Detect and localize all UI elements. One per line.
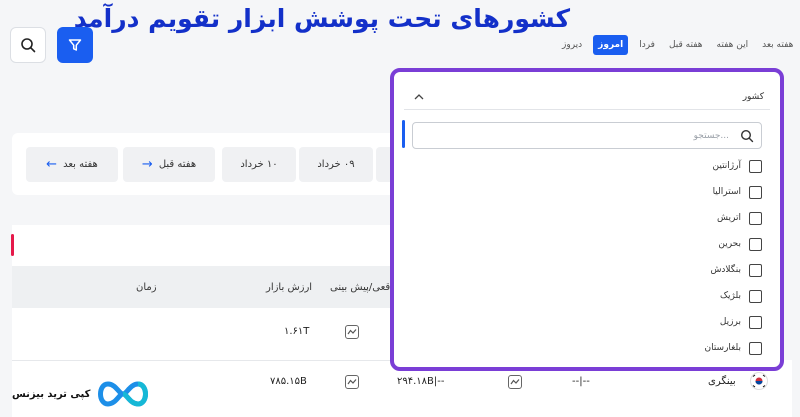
table-divider (12, 360, 412, 361)
page: کشورهای تحت پوشش ابزار تقویم درآمد دیروز… (0, 0, 800, 417)
country-option-label: بحرین (718, 239, 741, 249)
chevron-up-icon[interactable] (412, 90, 426, 104)
country-option-label: آرژانتین (712, 161, 741, 171)
country-option-label: بلغارستان (704, 343, 741, 353)
day-tabs: دیروز امروز فردا هفته قبل این هفته هفته … (559, 35, 796, 55)
column-header-time: زمان (136, 282, 157, 293)
day-button-10[interactable]: ۱۰ خرداد (222, 147, 296, 182)
country-option-label: استرالیا (712, 187, 741, 197)
country-option[interactable]: بحرین (412, 234, 762, 254)
day-label-10: ۱۰ خرداد (240, 159, 278, 170)
country-option[interactable]: بلژیک (412, 286, 762, 306)
tab-next-week[interactable]: هفته بعد (759, 36, 796, 54)
checkbox[interactable] (749, 289, 762, 303)
day-label-9: ۰۹ خرداد (317, 159, 355, 170)
previous-week-label: هفته قبل (158, 159, 197, 170)
tab-yesterday[interactable]: دیروز (559, 36, 585, 54)
search-button[interactable] (10, 27, 46, 63)
arrow-left-icon: ← (46, 157, 58, 172)
checkbox[interactable] (749, 159, 762, 173)
revenue-cell: ۲۹۴.۱۸B|-- (397, 376, 445, 387)
tab-today[interactable]: امروز (593, 35, 629, 55)
checkbox[interactable] (749, 237, 762, 251)
company-name[interactable]: بینگری (708, 376, 736, 387)
previous-week-button[interactable]: هفته قبل → (123, 147, 215, 182)
country-filter-header[interactable]: کشور (404, 88, 770, 110)
search-icon (740, 129, 754, 143)
day-button-9[interactable]: ۰۹ خرداد (299, 147, 373, 182)
country-filter-panel: کشور آرژانتین استرالیا اتریش بحرین بنگلا… (390, 68, 784, 371)
next-week-label: هفته بعد (63, 159, 98, 170)
filter-icon (68, 39, 82, 51)
column-header-market-cap: ارزش بازار (266, 282, 313, 293)
country-option-label: برزیل (719, 317, 741, 327)
country-filter-title: کشور (742, 92, 764, 102)
section-marker (11, 234, 14, 256)
checkbox[interactable] (749, 211, 762, 225)
column-header-actual-forecast-label: واقعی/پیش بینی (330, 282, 398, 293)
checkbox[interactable] (749, 315, 762, 329)
country-option-label: اتریش (717, 213, 741, 223)
checkbox[interactable] (749, 341, 762, 355)
country-option-label: بنگلادش (710, 265, 741, 275)
brand-logo: کپی ترید بیزنس (12, 378, 152, 410)
market-cap-cell: ۷۸۵.۱۵B (270, 376, 307, 387)
country-option-label: بلژیک (719, 291, 741, 301)
market-cap-cell: ۱.۶۱T (284, 326, 310, 337)
tab-last-week[interactable]: هفته قبل (666, 36, 706, 54)
eps-cell: --|-- (572, 376, 590, 387)
country-option[interactable]: اتریش (412, 208, 762, 228)
tab-tomorrow[interactable]: فردا (636, 36, 658, 54)
country-option[interactable]: برزیل (412, 312, 762, 332)
country-option[interactable]: بنگلادش (412, 260, 762, 280)
checkbox[interactable] (749, 263, 762, 277)
scrollbar-thumb[interactable] (402, 120, 405, 148)
country-option[interactable]: آرژانتین (412, 156, 762, 176)
filter-button[interactable] (57, 27, 93, 63)
country-option[interactable]: بلغارستان (412, 338, 762, 358)
search-icon (21, 38, 36, 53)
brand-name: کپی ترید بیزنس (12, 388, 91, 400)
page-headline: کشورهای تحت پوشش ابزار تقویم درآمد (73, 4, 570, 33)
flag-icon (750, 372, 768, 394)
country-search-input[interactable] (413, 123, 761, 149)
country-search-field[interactable] (412, 122, 762, 149)
country-option[interactable]: استرالیا (412, 182, 762, 202)
checkbox[interactable] (749, 185, 762, 199)
chart-icon[interactable] (508, 375, 522, 389)
chart-icon[interactable] (345, 375, 359, 389)
next-week-button[interactable]: هفته بعد ← (26, 147, 118, 182)
chart-icon[interactable] (345, 325, 359, 339)
infinity-logo-icon (98, 381, 149, 407)
tab-this-week[interactable]: این هفته (714, 36, 752, 54)
arrow-right-icon: → (141, 157, 153, 172)
